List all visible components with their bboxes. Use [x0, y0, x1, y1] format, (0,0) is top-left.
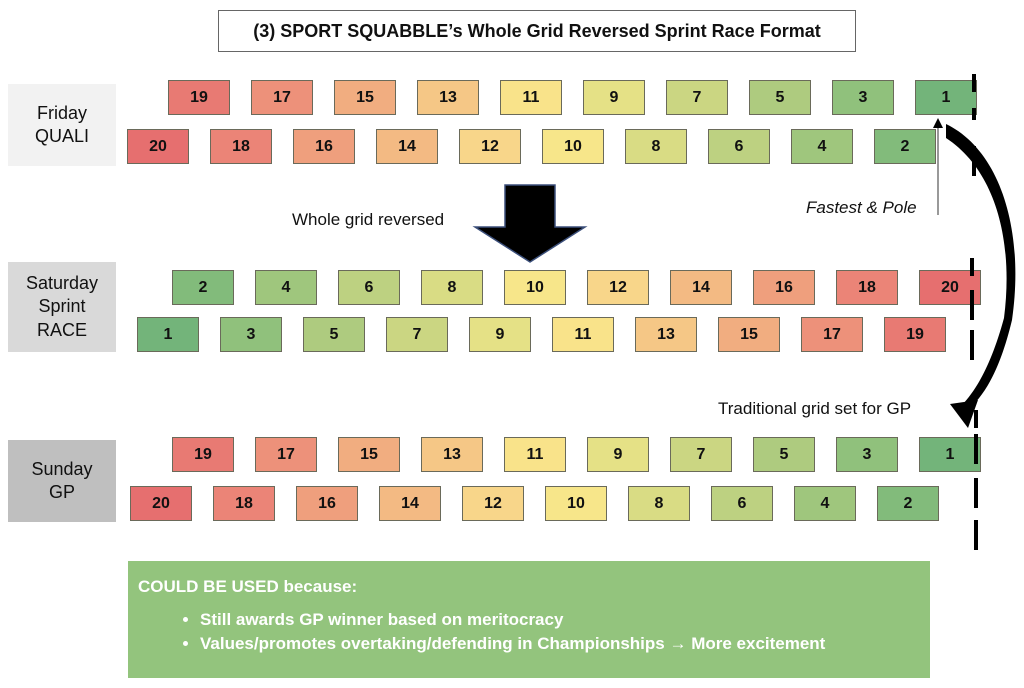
- grid-slot-saturday-p11: 11: [552, 317, 614, 352]
- day-label-saturday-sprint-race: Saturday Sprint RACE: [8, 262, 116, 352]
- grid-slot-friday-p2: 2: [874, 129, 936, 164]
- traditional-grid-curved-arrow-icon: [946, 124, 1016, 412]
- grid-slot-sunday-p9: 9: [587, 437, 649, 472]
- grid-slot-friday-p10: 10: [542, 129, 604, 164]
- fastest-pole-note: Fastest & Pole: [806, 198, 917, 217]
- grid-slot-friday-p7: 7: [666, 80, 728, 115]
- grid-slot-sunday-p8: 8: [628, 486, 690, 521]
- start-line-dash: [972, 146, 976, 176]
- grid-slot-friday-p20: 20: [127, 129, 189, 164]
- grid-slot-friday-p19: 19: [168, 80, 230, 115]
- grid-slot-saturday-p19: 19: [884, 317, 946, 352]
- grid-slot-sunday-p5: 5: [753, 437, 815, 472]
- grid-slot-friday-p5: 5: [749, 80, 811, 115]
- grid-slot-saturday-p10: 10: [504, 270, 566, 305]
- grid-slot-sunday-p14: 14: [379, 486, 441, 521]
- grid-slot-friday-p17: 17: [251, 80, 313, 115]
- grid-slot-saturday-p14: 14: [670, 270, 732, 305]
- grid-slot-saturday-p3: 3: [220, 317, 282, 352]
- pole-pointer-arrowhead-icon: [933, 118, 943, 128]
- grid-slot-saturday-p5: 5: [303, 317, 365, 352]
- diagram-title: (3) SPORT SQUABBLE’s Whole Grid Reversed…: [218, 10, 856, 52]
- reasons-list: Still awards GP winner based on meritocr…: [138, 609, 920, 655]
- grid-slot-saturday-p4: 4: [255, 270, 317, 305]
- grid-slot-sunday-p19: 19: [172, 437, 234, 472]
- grid-slot-friday-p16: 16: [293, 129, 355, 164]
- day-label-sunday-gp: Sunday GP: [8, 440, 116, 522]
- grid-slot-saturday-p8: 8: [421, 270, 483, 305]
- start-line-dash: [974, 410, 978, 428]
- grid-slot-friday-p9: 9: [583, 80, 645, 115]
- reasons-panel: COULD BE USED because: Still awards GP w…: [128, 561, 930, 678]
- start-line-dash: [970, 330, 974, 360]
- grid-slot-saturday-p9: 9: [469, 317, 531, 352]
- grid-slot-friday-p8: 8: [625, 129, 687, 164]
- grid-slot-saturday-p2: 2: [172, 270, 234, 305]
- grid-slot-friday-p1: 1: [915, 80, 977, 115]
- reason-item: Still awards GP winner based on meritocr…: [200, 609, 920, 631]
- grid-slot-friday-p4: 4: [791, 129, 853, 164]
- start-line-dash: [974, 520, 978, 550]
- grid-slot-sunday-p7: 7: [670, 437, 732, 472]
- grid-slot-sunday-p10: 10: [545, 486, 607, 521]
- grid-slot-sunday-p16: 16: [296, 486, 358, 521]
- grid-slot-sunday-p3: 3: [836, 437, 898, 472]
- grid-slot-friday-p13: 13: [417, 80, 479, 115]
- grid-slot-friday-p15: 15: [334, 80, 396, 115]
- grid-slot-saturday-p7: 7: [386, 317, 448, 352]
- grid-slot-saturday-p1: 1: [137, 317, 199, 352]
- start-line-dash: [972, 74, 976, 92]
- grid-slot-sunday-p15: 15: [338, 437, 400, 472]
- grid-slot-saturday-p15: 15: [718, 317, 780, 352]
- whole-grid-reversed-note: Whole grid reversed: [292, 210, 445, 229]
- start-line-dash: [970, 258, 974, 276]
- grid-slot-saturday-p16: 16: [753, 270, 815, 305]
- grid-slot-friday-p6: 6: [708, 129, 770, 164]
- grid-slot-friday-p18: 18: [210, 129, 272, 164]
- grid-slot-sunday-p1: 1: [919, 437, 981, 472]
- grid-slot-sunday-p11: 11: [504, 437, 566, 472]
- grid-slot-saturday-p18: 18: [836, 270, 898, 305]
- whole-grid-reversed-arrow-icon: [472, 184, 588, 263]
- grid-slot-friday-p12: 12: [459, 129, 521, 164]
- grid-slot-saturday-p6: 6: [338, 270, 400, 305]
- grid-slot-friday-p3: 3: [832, 80, 894, 115]
- grid-slot-sunday-p12: 12: [462, 486, 524, 521]
- grid-slot-sunday-p2: 2: [877, 486, 939, 521]
- reason-item: Values/promotes overtaking/defending in …: [200, 633, 920, 655]
- start-line-dash: [974, 434, 978, 464]
- grid-slot-sunday-p17: 17: [255, 437, 317, 472]
- start-line-dash: [972, 108, 976, 120]
- grid-slot-sunday-p4: 4: [794, 486, 856, 521]
- grid-slot-friday-p14: 14: [376, 129, 438, 164]
- traditional-grid-note: Traditional grid set for GP: [718, 399, 912, 418]
- grid-slot-sunday-p18: 18: [213, 486, 275, 521]
- reasons-heading: COULD BE USED because:: [138, 577, 358, 596]
- grid-slot-saturday-p17: 17: [801, 317, 863, 352]
- grid-slot-sunday-p20: 20: [130, 486, 192, 521]
- start-line-dash: [970, 290, 974, 320]
- start-line-dash: [974, 478, 978, 508]
- grid-slot-saturday-p12: 12: [587, 270, 649, 305]
- day-label-friday-quali: Friday QUALI: [8, 84, 116, 166]
- grid-slot-sunday-p13: 13: [421, 437, 483, 472]
- grid-slot-friday-p11: 11: [500, 80, 562, 115]
- grid-slot-saturday-p13: 13: [635, 317, 697, 352]
- grid-slot-sunday-p6: 6: [711, 486, 773, 521]
